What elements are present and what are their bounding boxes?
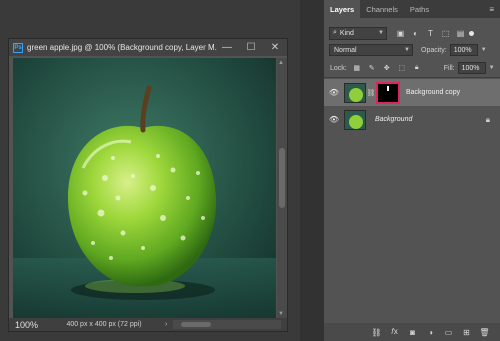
tab-layers[interactable]: Layers (324, 0, 361, 18)
vertical-scroll-thumb[interactable] (279, 148, 285, 208)
divider (324, 77, 500, 78)
lock-position-icon[interactable]: ✥ (382, 63, 392, 73)
green-apple-image (13, 58, 276, 319)
opacity-label: Opacity: (421, 46, 447, 54)
minimize-button[interactable]: — (215, 39, 239, 56)
layer-row-background[interactable]: 👁︎ Background 🔒︎ (324, 108, 500, 131)
chevron-down-icon: ▼ (404, 47, 410, 53)
blend-mode-select[interactable]: Normal ▼ (329, 44, 413, 56)
mask-link-icon[interactable]: ⛓︎ (366, 89, 376, 97)
search-icon: ⌕ (333, 29, 337, 36)
fill-field[interactable]: 100% (457, 62, 486, 74)
horizontal-scrollbar[interactable] (173, 320, 281, 329)
lock-artboard-icon[interactable]: ⬚ (397, 63, 407, 73)
lock-transparent-pixels-icon[interactable]: ▦ (352, 63, 362, 73)
layer-mask-thumbnail[interactable] (376, 81, 400, 104)
type-filter-icon[interactable]: T (425, 28, 436, 39)
lock-image-pixels-icon[interactable]: ✎ (367, 63, 377, 73)
opacity-field[interactable]: 100% (449, 44, 478, 56)
shape-filter-icon[interactable]: ⬚ (440, 28, 451, 39)
layer-row-background-copy[interactable]: 👁︎ ⛓︎ Background copy (324, 79, 500, 106)
panel-tabs: Layers Channels Paths ≡ (324, 0, 500, 18)
layer-style-fx-icon[interactable]: 𝑓x (389, 327, 400, 338)
lock-row: Lock: ▦ ✎ ✥ ⬚ 🔒︎ Fill: 100% ▼ (324, 61, 500, 75)
scroll-down-icon[interactable]: ▼ (278, 311, 284, 317)
trash-icon[interactable]: 🗑︎ (479, 327, 490, 338)
layer-filter-row: ⌕ Kind ▼ ▣ ◐ T ⬚ ▤ (324, 25, 500, 41)
smart-object-filter-icon[interactable]: ▤ (455, 28, 466, 39)
tab-channels[interactable]: Channels (360, 0, 404, 18)
layer-name[interactable]: Background (375, 116, 412, 123)
filter-kind-label: Kind (339, 29, 354, 37)
blend-row: Normal ▼ Opacity: 100% ▼ (324, 43, 500, 57)
new-group-icon[interactable]: ▭ (443, 327, 454, 338)
layer-thumbnail[interactable] (344, 82, 366, 103)
document-titlebar[interactable]: Ps green apple.jpg @ 100% (Background co… (9, 39, 287, 56)
new-layer-icon[interactable]: ⊞ (461, 327, 472, 338)
document-info: 400 px x 400 px (72 ppi) (66, 321, 142, 328)
layer-thumbnail[interactable] (344, 109, 366, 130)
layers-panel: Layers Channels Paths ≡ ⌕ Kind ▼ ▣ ◐ T ⬚… (324, 0, 500, 341)
fill-chevron-icon[interactable]: ▼ (489, 65, 495, 71)
filter-toggle-icon[interactable] (469, 30, 474, 36)
layers-panel-footer: ⛓︎ 𝑓x ◙ ◑ ▭ ⊞ 🗑︎ (324, 323, 500, 341)
zoom-level[interactable]: 100% (9, 320, 49, 330)
lock-icon: 🔒︎ (485, 114, 490, 124)
horizontal-scroll-thumb[interactable] (181, 322, 212, 327)
adjustment-filter-icon[interactable]: ◐ (410, 28, 421, 39)
document-window[interactable]: Ps green apple.jpg @ 100% (Background co… (8, 38, 288, 332)
link-layers-icon[interactable]: ⛓︎ (371, 327, 382, 338)
adjustment-layer-icon[interactable]: ◑ (425, 327, 436, 338)
document-title: green apple.jpg @ 100% (Background copy,… (27, 43, 217, 52)
blend-mode-label: Normal (334, 46, 357, 54)
lock-label: Lock: (330, 64, 347, 72)
visibility-eye-icon[interactable]: 👁︎ (324, 115, 344, 124)
scroll-up-icon[interactable]: ▲ (278, 60, 284, 66)
vertical-scrollbar[interactable]: ▲ ▼ (277, 58, 287, 319)
filter-kind-select[interactable]: ⌕ Kind ▼ (329, 26, 387, 40)
close-button[interactable]: ✕ (263, 39, 287, 56)
add-mask-icon[interactable]: ◙ (407, 327, 418, 338)
visibility-eye-icon[interactable]: 👁︎ (324, 88, 344, 97)
panel-dock-strip (300, 0, 324, 341)
opacity-chevron-icon[interactable]: ▼ (481, 47, 487, 53)
photoshop-doc-icon: Ps (13, 42, 23, 53)
lock-all-icon[interactable]: 🔒︎ (412, 63, 422, 73)
layer-name[interactable]: Background copy (406, 89, 460, 96)
panel-menu-icon[interactable]: ≡ (489, 5, 494, 14)
document-status-bar: 100% 400 px x 400 px (72 ppi) › (9, 318, 287, 331)
tab-paths[interactable]: Paths (404, 0, 435, 18)
pixel-filter-icon[interactable]: ▣ (395, 28, 406, 39)
status-menu-arrow-icon[interactable]: › (165, 321, 167, 328)
fill-label: Fill: (443, 64, 455, 72)
image-canvas[interactable] (13, 58, 276, 319)
maximize-button[interactable]: ☐ (239, 39, 263, 56)
chevron-down-icon: ▼ (378, 30, 384, 36)
